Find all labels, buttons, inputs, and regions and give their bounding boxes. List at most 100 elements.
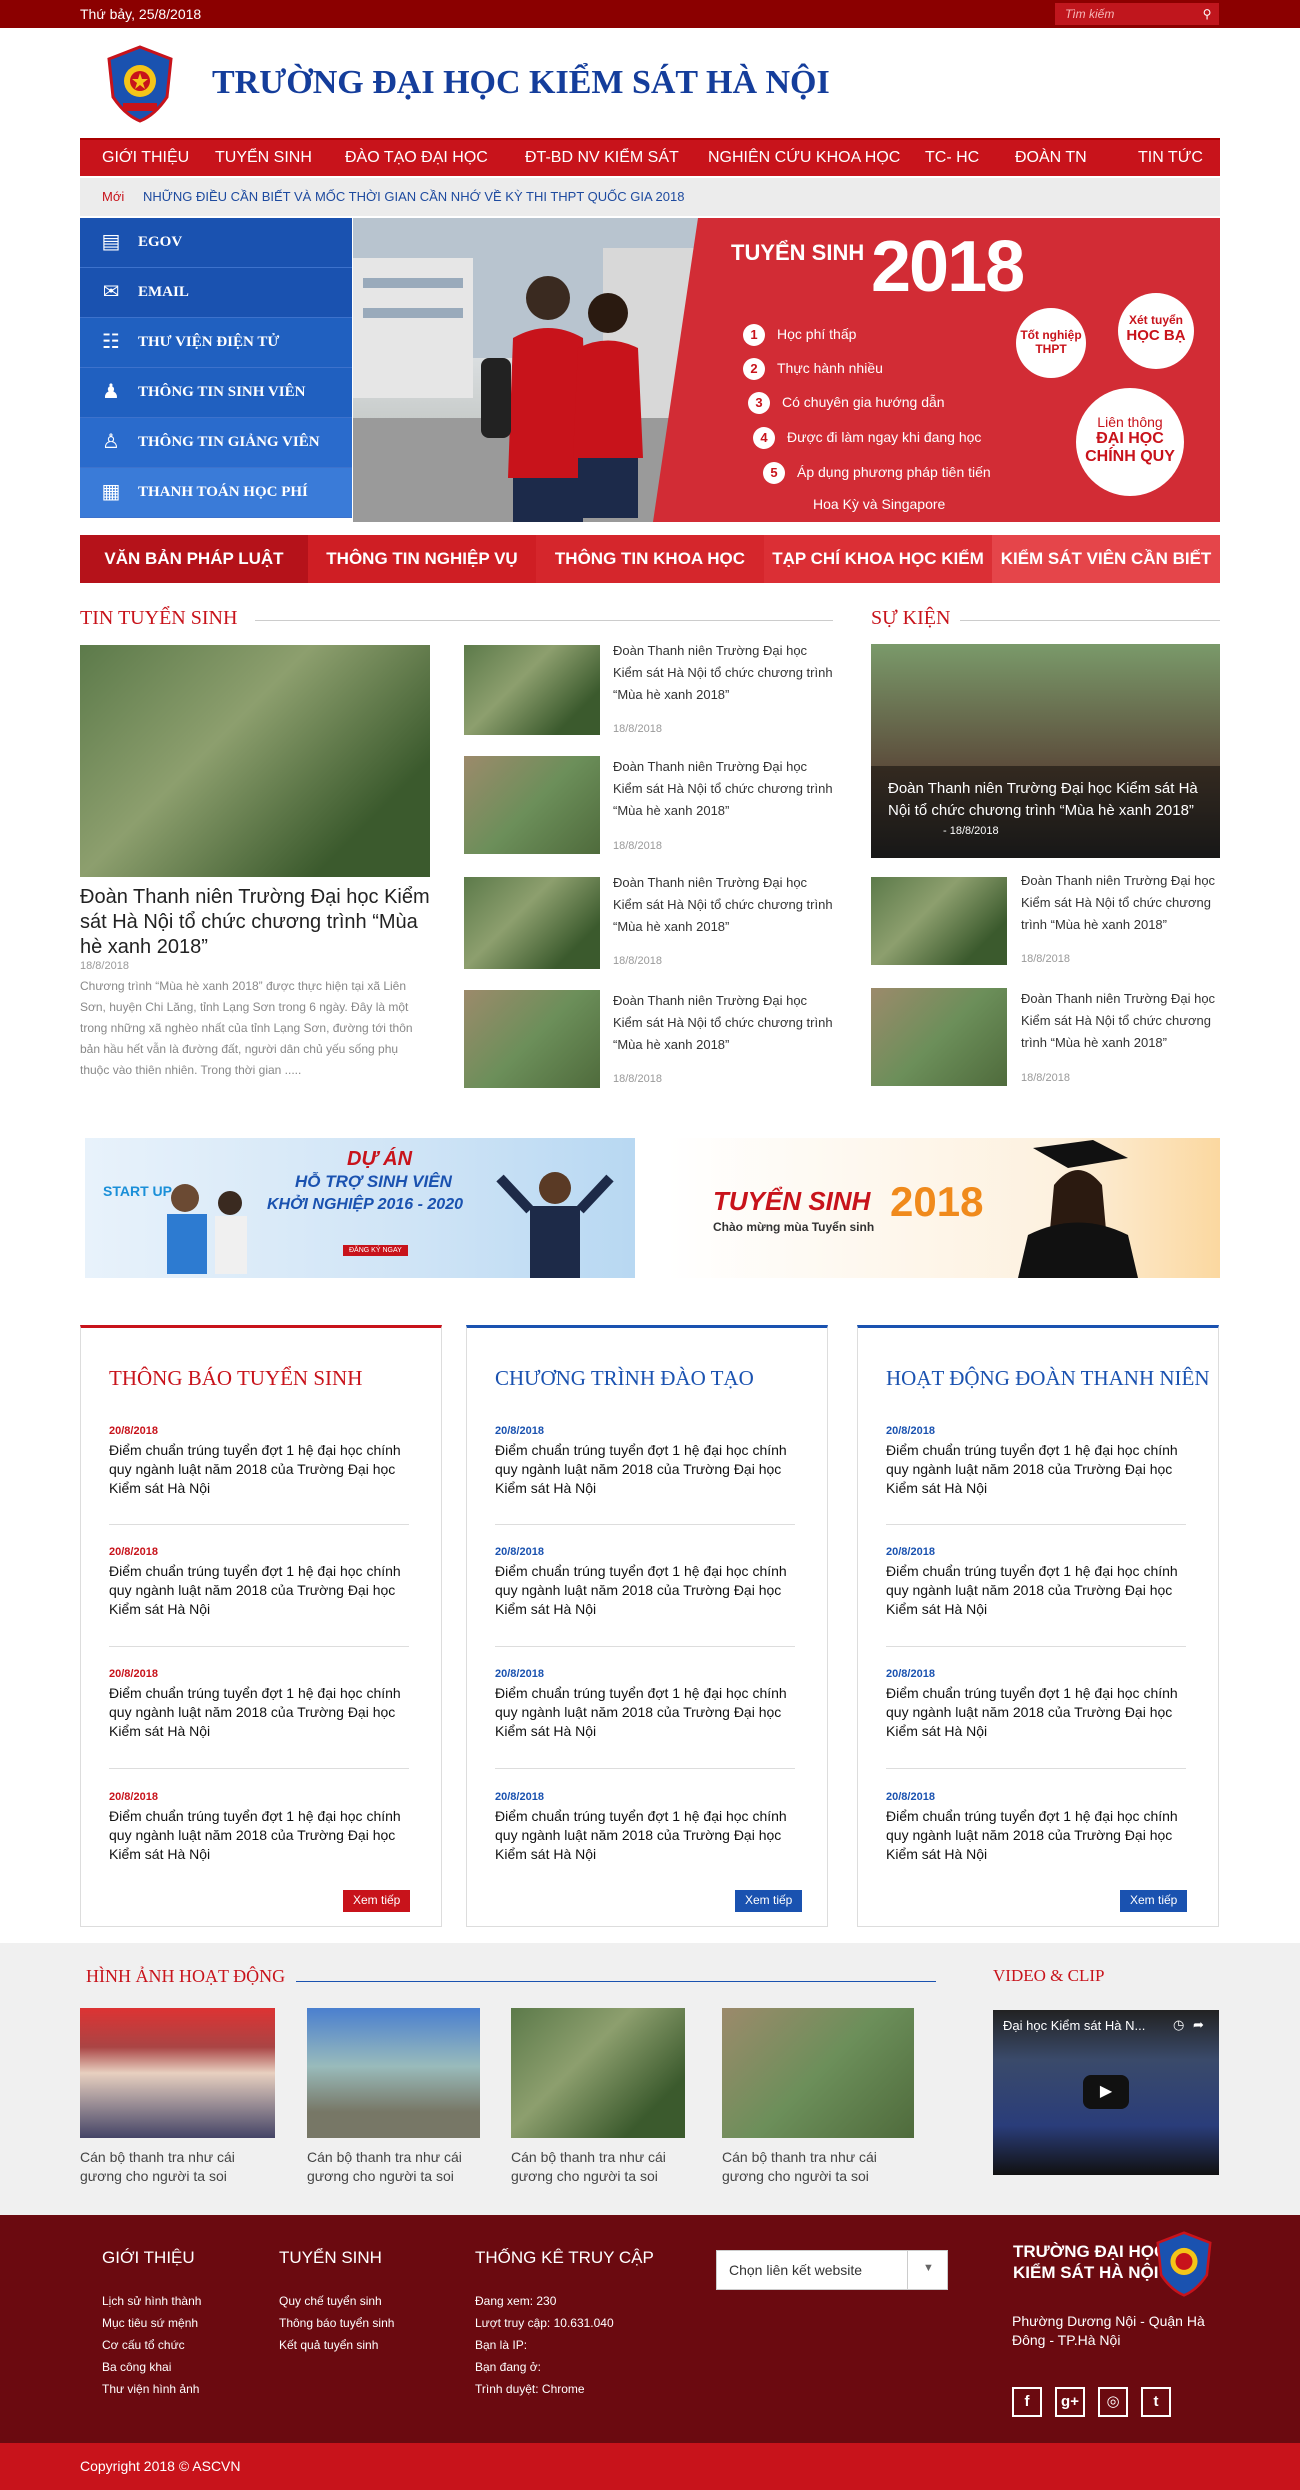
nav-tin-tuc[interactable]: TIN TỨC [1138, 149, 1203, 167]
list-item[interactable]: 20/8/2018 Điểm chuẩn trúng tuyển đợt 1 hệ… [886, 1546, 1196, 1619]
facebook-icon[interactable]: f [1012, 2387, 1042, 2417]
footer-link[interactable]: Lịch sử hình thành [102, 2294, 201, 2308]
nav-doan-tn[interactable]: ĐOÀN TN [1015, 149, 1087, 167]
news-thumb[interactable] [464, 877, 600, 969]
admission-2018-banner[interactable]: TUYỂN SINH 2018 Chào mừng mùa Tuyển sinh [668, 1138, 1220, 1278]
admission-hero-banner[interactable]: TUYỂN SINH 2018 1 Học phí thấp 2 Thực hành… [353, 218, 1220, 522]
list-item[interactable]: 20/8/2018 Điểm chuẩn trúng tuyển đợt 1 hệ… [886, 1791, 1196, 1864]
news-main-image[interactable] [80, 645, 430, 877]
news-thumb[interactable] [464, 756, 600, 854]
instagram-icon[interactable]: ◎ [1098, 2387, 1128, 2417]
register-now-button[interactable]: ĐĂNG KÝ NGAY [343, 1245, 408, 1256]
card-title: HOẠT ĐỘNG ĐOÀN THANH NIÊN [886, 1366, 1210, 1390]
news-main-title[interactable]: Đoàn Thanh niên Trường Đại học Kiểm sát … [80, 885, 430, 960]
video-player[interactable]: Đại học Kiểm sát Hà N... ◷ ➦ ▶ [993, 2010, 1219, 2175]
gallery-caption[interactable]: Cán bộ thanh tra như cái gương cho người… [511, 2148, 685, 2186]
startup-banner[interactable]: START UP DỰ ÁN HỖ TRỢ SINH VIÊN KHỞI NGH… [85, 1138, 635, 1278]
nav-nghien-cuu-khoa-hoc[interactable]: NGHIÊN CỨU KHOA HỌC [708, 149, 900, 167]
section-divider [296, 1981, 936, 1982]
list-item[interactable]: 20/8/2018 Điểm chuẩn trúng tuyển đợt 1 hệ… [109, 1425, 419, 1498]
footer-link[interactable]: Ba công khai [102, 2360, 171, 2374]
list-item[interactable]: 20/8/2018 Điểm chuẩn trúng tuyển đợt 1 hệ… [109, 1668, 419, 1741]
nav-tuyen-sinh[interactable]: TUYỂN SINH [215, 149, 312, 167]
footer-link[interactable]: Mục tiêu sứ mệnh [102, 2316, 198, 2330]
share-icon[interactable]: ➦ [1193, 2017, 1204, 2033]
gallery-photo[interactable] [80, 2008, 275, 2138]
sidebar-item-egov[interactable]: ▤ EGOV [80, 218, 352, 268]
sidebar-item-student-info[interactable]: ♟ THÔNG TIN SINH VIÊN [80, 368, 352, 418]
gallery-caption[interactable]: Cán bộ thanh tra như cái gương cho người… [307, 2148, 480, 2186]
event-item-title[interactable]: Đoàn Thanh niên Trường Đại học Kiểm sát … [1021, 870, 1226, 936]
play-icon[interactable]: ▶ [1083, 2075, 1129, 2109]
sidebar-item-lecturer-info[interactable]: ♙ THÔNG TIN GIẢNG VIÊN [80, 418, 352, 468]
clock-icon[interactable]: ◷ [1173, 2017, 1184, 2033]
category-kiem-sat-vien-can-biet[interactable]: KIỂM SÁT VIÊN CẦN BIẾT [992, 535, 1220, 583]
divider [109, 1646, 409, 1647]
chevron-down-icon[interactable]: ▼ [923, 2262, 934, 2274]
category-thong-tin-khoa-hoc[interactable]: THÔNG TIN KHOA HỌC [536, 535, 764, 583]
nav-dao-tao-dai-hoc[interactable]: ĐÀO TẠO ĐẠI HỌC [345, 149, 488, 167]
event-thumb[interactable] [871, 877, 1007, 965]
view-more-button[interactable]: Xem tiếp [1120, 1890, 1188, 1912]
divider [495, 1768, 795, 1769]
news-item-title[interactable]: Đoàn Thanh niên Trường Đại học Kiểm sát … [613, 640, 833, 706]
footer-logo [1156, 2231, 1212, 2297]
ticker-link[interactable]: NHỮNG ĐIỀU CẦN BIẾT VÀ MỐC THỜI GIAN CẦN… [143, 189, 684, 204]
event-featured-title[interactable]: Đoàn Thanh niên Trường Đại học Kiểm sát … [888, 778, 1208, 822]
event-item-date: 18/8/2018 [1021, 953, 1070, 965]
news-thumb[interactable] [464, 990, 600, 1088]
nav-dt-bd-nv-kiem-sat[interactable]: ĐT-BD NV KIỂM SÁT [525, 149, 679, 167]
nav-gioi-thieu[interactable]: GIỚI THIỆU [102, 149, 189, 167]
list-item[interactable]: 20/8/2018 Điểm chuẩn trúng tuyển đợt 1 hệ… [109, 1546, 419, 1619]
list-item[interactable]: 20/8/2018 Điểm chuẩn trúng tuyển đợt 1 hệ… [886, 1425, 1196, 1498]
footer-link[interactable]: Quy chế tuyển sinh [279, 2294, 382, 2308]
search-icon[interactable]: ⚲ [1195, 3, 1219, 25]
footer-link[interactable]: Thư viện hình ảnh [102, 2382, 199, 2396]
news-item-title[interactable]: Đoàn Thanh niên Trường Đại học Kiểm sát … [613, 756, 833, 822]
twitter-icon[interactable]: t [1141, 2387, 1171, 2417]
list-item[interactable]: 20/8/2018 Điểm chuẩn trúng tuyển đợt 1 hệ… [886, 1668, 1196, 1741]
divider [886, 1524, 1186, 1525]
category-thong-tin-nghiep-vu[interactable]: THÔNG TIN NGHIỆP VỤ [308, 535, 536, 583]
footer-brand-line2: KIỂM SÁT HÀ NỘI [1013, 2263, 1159, 2282]
sidebar-item-label: THÔNG TIN SINH VIÊN [138, 384, 306, 400]
banner-subtitle: Chào mừng mùa Tuyển sinh [713, 1220, 875, 1234]
list-item[interactable]: 20/8/2018 Điểm chuẩn trúng tuyển đợt 1 hệ… [495, 1791, 805, 1864]
news-thumb[interactable] [464, 645, 600, 735]
view-more-button[interactable]: Xem tiếp [343, 1890, 411, 1912]
divider [886, 1768, 1186, 1769]
gallery-photo[interactable] [511, 2008, 685, 2138]
gallery-section: HÌNH ẢNH HOẠT ĐỘNG Cán bộ thanh tra như … [0, 1943, 1300, 2215]
divider [495, 1646, 795, 1647]
sidebar-item-email[interactable]: ✉ EMAIL [80, 268, 352, 318]
section-divider [255, 620, 833, 621]
list-item[interactable]: 20/8/2018 Điểm chuẩn trúng tuyển đợt 1 hệ… [495, 1425, 805, 1498]
news-item-title[interactable]: Đoàn Thanh niên Trường Đại học Kiểm sát … [613, 990, 833, 1056]
sidebar-item-tuition-payment[interactable]: ▦ THANH TOÁN HỌC PHÍ [80, 468, 352, 518]
footer-link[interactable]: Kết quả tuyển sinh [279, 2338, 378, 2352]
list-item[interactable]: 20/8/2018 Điểm chuẩn trúng tuyển đợt 1 hệ… [109, 1791, 419, 1864]
card-hoat-dong-doan-thanh-nien: HOẠT ĐỘNG ĐOÀN THANH NIÊN 20/8/2018 Điểm … [857, 1325, 1219, 1927]
gallery-caption[interactable]: Cán bộ thanh tra như cái gương cho người… [80, 2148, 275, 2186]
category-van-ban-phap-luat[interactable]: VĂN BẢN PHÁP LUẬT [80, 535, 308, 583]
google-plus-icon[interactable]: g+ [1055, 2387, 1085, 2417]
nav-tc-hc[interactable]: TC- HC [925, 149, 979, 167]
gallery-photo[interactable] [307, 2008, 480, 2138]
payment-icon: ▦ [101, 481, 121, 503]
footer-brand-line1: TRƯỜNG ĐẠI HỌC [1013, 2242, 1167, 2261]
event-thumb[interactable] [871, 988, 1007, 1086]
news-item-title[interactable]: Đoàn Thanh niên Trường Đại học Kiểm sát … [613, 872, 833, 938]
view-more-button[interactable]: Xem tiếp [735, 1890, 803, 1912]
gallery-caption[interactable]: Cán bộ thanh tra như cái gương cho người… [722, 2148, 914, 2186]
website-link-select[interactable]: Chọn liên kết website ▼ [716, 2250, 948, 2290]
list-item[interactable]: 20/8/2018 Điểm chuẩn trúng tuyển đợt 1 hệ… [495, 1546, 805, 1619]
gallery-photo[interactable] [722, 2008, 914, 2138]
school-logo[interactable] [105, 45, 175, 123]
category-tap-chi-khoa-hoc[interactable]: TẠP CHÍ KHOA HỌC KIỂM SÁT [764, 535, 992, 616]
list-item[interactable]: 20/8/2018 Điểm chuẩn trúng tuyển đợt 1 hệ… [495, 1668, 805, 1741]
search-input[interactable]: Tìm kiếm [1055, 3, 1195, 25]
event-item-title[interactable]: Đoàn Thanh niên Trường Đại học Kiểm sát … [1021, 988, 1226, 1054]
footer-link[interactable]: Cơ cấu tổ chức [102, 2338, 185, 2352]
sidebar-item-library[interactable]: ☷ THƯ VIỆN ĐIỆN TỬ [80, 318, 352, 368]
footer-link[interactable]: Thông báo tuyển sinh [279, 2316, 394, 2330]
